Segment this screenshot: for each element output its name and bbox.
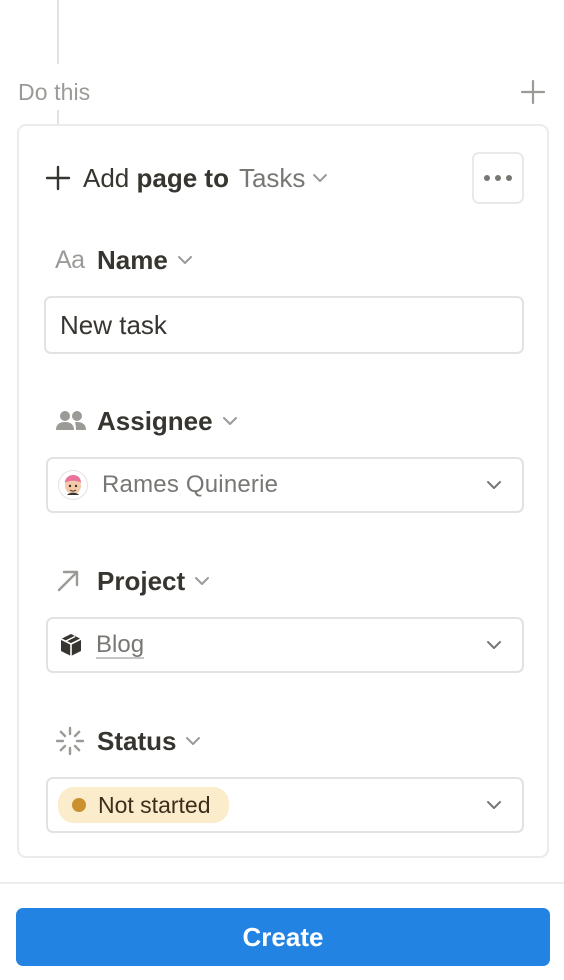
add-page-label: Add page to [83,163,229,194]
plus-icon [45,165,71,191]
status-loader-icon [55,723,91,759]
add-page-to-selector[interactable]: Add page to Tasks [45,163,329,194]
create-button[interactable]: Create [16,908,550,966]
property-label-name[interactable]: Aa Name [55,242,194,278]
assignee-value: Rames Quinerie [58,470,484,500]
project-select[interactable]: Blog [46,617,524,673]
add-prefix: Add [83,162,137,193]
chevron-down-icon [487,481,501,489]
chevron-down-icon [487,801,501,809]
flow-connector-line [57,0,59,64]
chevron-down-icon [177,256,192,264]
chevron-down-icon [195,577,210,585]
status-dot [72,798,86,812]
chevron-down-icon [186,737,201,745]
chevron-down-icon [313,174,328,182]
status-text: Not started [98,791,211,818]
add-bold-text: page to [136,162,229,193]
footer-divider [0,882,564,884]
status-badge: Not started [58,787,229,823]
property-label-status[interactable]: Status [55,723,202,759]
add-action-button[interactable] [518,77,548,107]
name-input[interactable]: New task [44,296,524,354]
text-property-icon: Aa [55,242,91,278]
chevron-down-icon [222,417,237,425]
database-name: Tasks [238,162,306,193]
ellipsis-icon [484,175,512,181]
action-card: Add page to Tasks Aa Name New task Assig… [17,124,549,858]
assignee-select[interactable]: Rames Quinerie [46,457,524,513]
automation-panel: Do this Add page to Tasks Aa Name New ta… [0,0,564,980]
status-value: Not started [58,787,484,823]
status-select[interactable]: Not started [46,777,524,833]
section-header: Do this [18,76,548,108]
people-icon [55,403,91,439]
text-property-glyph: Aa [55,245,85,274]
project-value: Blog [58,631,484,659]
card-header: Add page to Tasks [45,152,525,204]
property-label-project[interactable]: Project [55,563,211,599]
property-label-assignee[interactable]: Assignee [55,403,239,439]
plus-icon [520,79,546,105]
more-options-button[interactable] [472,152,524,204]
chevron-down-icon [487,641,501,649]
property-name: Name [97,244,168,275]
property-name: Project [97,565,186,596]
section-title: Do this [18,78,91,105]
relation-arrow-icon [55,563,91,599]
cube-icon [60,634,82,656]
property-name: Status [97,725,177,756]
assignee-name: Rames Quinerie [102,471,279,498]
avatar [58,470,88,500]
project-link[interactable]: Blog [96,631,144,659]
property-name: Assignee [97,405,213,436]
